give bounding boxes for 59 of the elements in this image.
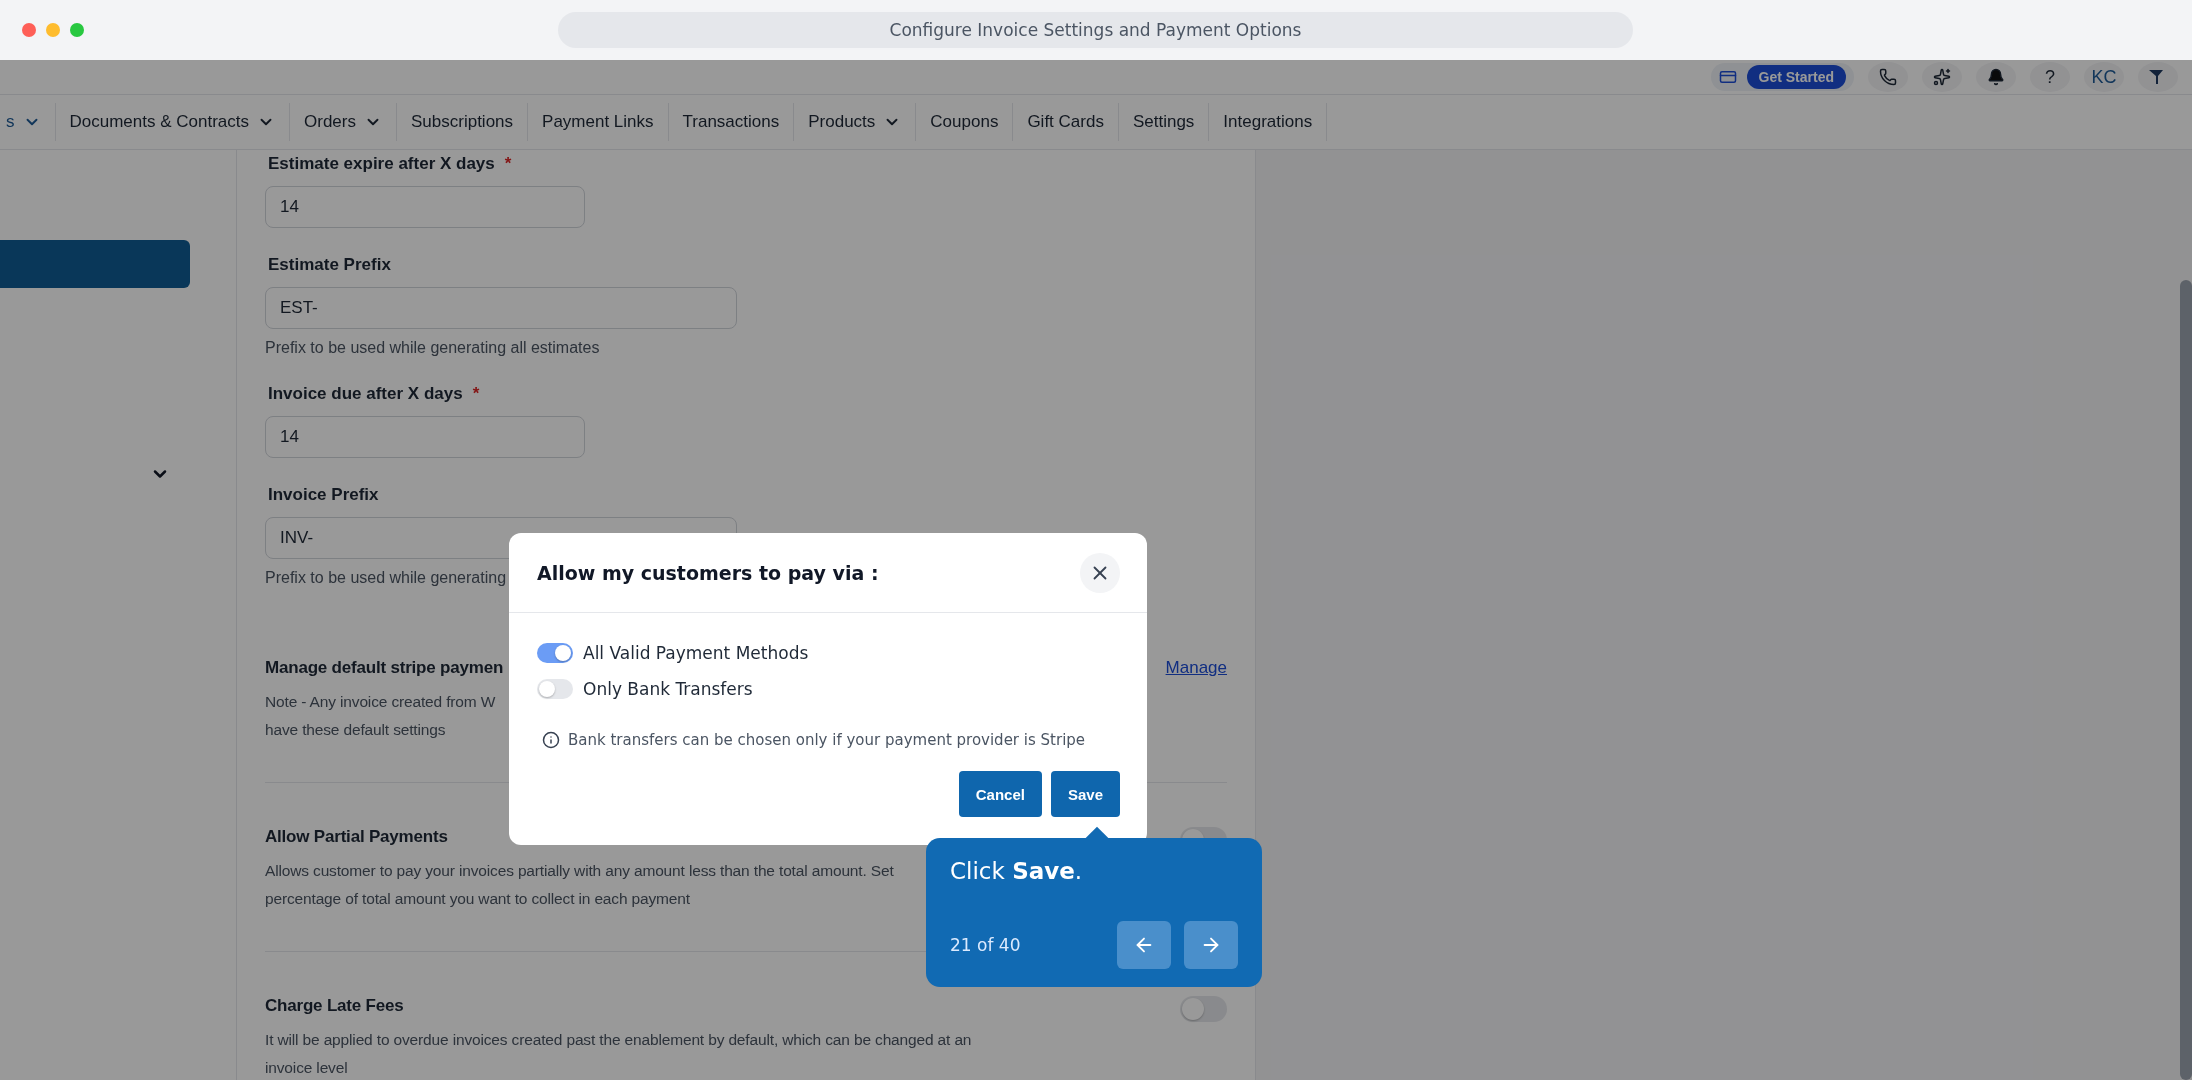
previous-button[interactable]: [1117, 921, 1171, 969]
info-note: Bank transfers can be chosen only if your payment provider is Stripe: [568, 731, 1086, 749]
nav-tab[interactable]: Subscriptions: [397, 103, 529, 141]
field-label: Invoice due after X days: [268, 384, 463, 404]
option-label: All Valid Payment Methods: [583, 643, 809, 663]
nav-tab[interactable]: Products: [794, 103, 917, 141]
scrollbar[interactable]: [2180, 280, 2192, 1080]
nav-tab[interactable]: Orders: [290, 103, 397, 141]
setting-title: Allow Partial Payments: [265, 827, 448, 847]
maximize-window-button[interactable]: [70, 23, 84, 37]
toggle-switch[interactable]: [1180, 996, 1227, 1022]
save-button[interactable]: Save: [1050, 771, 1120, 817]
required-mark: *: [504, 154, 512, 174]
cancel-button[interactable]: Cancel: [958, 771, 1042, 817]
close-button[interactable]: [1080, 552, 1120, 593]
nav-tab[interactable]: Settings: [1118, 103, 1210, 141]
setting-description: Note - Any invoice created from W: [265, 692, 496, 712]
setting-description: percentage of total amount you want to collect in each payment: [265, 889, 690, 909]
option-label: Only Bank Transfers: [583, 679, 753, 699]
text-field[interactable]: 14: [265, 186, 585, 228]
toggle-switch[interactable]: [537, 643, 573, 663]
card-icon: [1718, 68, 1737, 86]
setting-description: It will be applied to overdue invoices created past the enablement by default, which can be changed at an: [265, 1030, 972, 1050]
nav-tab[interactable]: Documents & Contracts: [55, 103, 290, 141]
manage-link[interactable]: Manage: [1165, 658, 1227, 678]
field-label: Invoice Prefix: [268, 485, 379, 505]
help-text: Prefix to be used while generating: [265, 569, 507, 587]
nav-tab[interactable]: Coupons: [916, 103, 1014, 141]
next-button[interactable]: [1184, 921, 1238, 969]
help-button[interactable]: ?: [2030, 62, 2070, 92]
required-mark: *: [472, 384, 480, 404]
nav-tab[interactable]: Transactions: [668, 103, 795, 141]
text-field[interactable]: 14: [265, 416, 585, 458]
info-icon: [542, 731, 560, 749]
toggle-switch[interactable]: [537, 679, 573, 699]
nav-tab[interactable]: s: [0, 103, 56, 141]
step-counter: 21 of 40: [950, 935, 1021, 955]
tooltip-text: Click Save.: [950, 858, 1084, 884]
field-label: Estimate Prefix: [268, 255, 391, 275]
close-window-button[interactable]: [22, 23, 36, 37]
setting-title: Manage default stripe paymen: [265, 658, 504, 678]
nav-tab[interactable]: Gift Cards: [1013, 103, 1119, 141]
setting-description: invoice level: [265, 1058, 348, 1078]
user-avatar[interactable]: KC: [2084, 62, 2124, 92]
window-title: Configure Invoice Settings and Payment Options: [558, 12, 1633, 48]
bell-icon[interactable]: [1976, 62, 2016, 92]
setting-description: Allows customer to pay your invoices partially with any amount less than the total amount. Set: [265, 861, 894, 881]
field-label: Estimate expire after X days: [268, 154, 495, 174]
get-started-button[interactable]: Get Started: [1746, 65, 1846, 89]
nav-tab[interactable]: Integrations: [1209, 103, 1328, 141]
nav-tab[interactable]: Payment Links: [528, 103, 669, 141]
minimize-window-button[interactable]: [46, 23, 60, 37]
phone-icon[interactable]: [1868, 62, 1908, 92]
setting-description: have these default settings: [265, 720, 446, 740]
setting-title: Charge Late Fees: [265, 996, 404, 1016]
dialog-title: Allow my customers to pay via :: [537, 561, 879, 584]
sparkle-icon[interactable]: [1922, 62, 1962, 92]
help-text: Prefix to be used while generating all estimates: [265, 339, 600, 357]
text-field[interactable]: EST-: [265, 287, 737, 329]
